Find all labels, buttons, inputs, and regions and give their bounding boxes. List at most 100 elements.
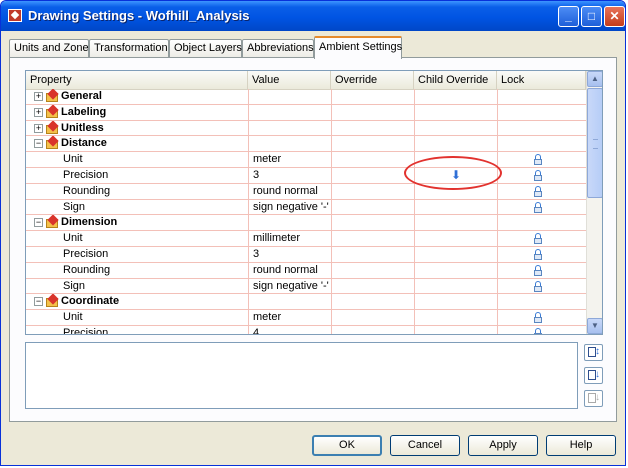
unlocked-icon[interactable] — [533, 280, 544, 292]
child-override-cell[interactable] — [414, 231, 497, 247]
expand-icon[interactable]: + — [34, 107, 43, 117]
cancel-button[interactable]: Cancel — [390, 435, 460, 456]
property-row[interactable]: Rounding round normal — [26, 262, 586, 279]
unlocked-icon[interactable] — [533, 312, 544, 324]
child-override-cell[interactable] — [414, 325, 497, 334]
lock-cell[interactable] — [497, 167, 586, 183]
ok-button[interactable]: OK — [312, 435, 382, 456]
override-cell[interactable] — [331, 199, 414, 215]
lock-cell[interactable] — [497, 231, 586, 247]
group-row[interactable]: − Distance — [26, 136, 586, 153]
override-cell[interactable] — [331, 278, 414, 294]
override-cell[interactable] — [331, 246, 414, 262]
lock-cell[interactable] — [497, 325, 586, 334]
header-property[interactable]: Property — [26, 71, 248, 89]
header-value[interactable]: Value — [248, 71, 331, 89]
help-button[interactable]: Help — [546, 435, 616, 456]
scroll-down-icon[interactable]: ▼ — [587, 318, 602, 334]
close-button[interactable]: ✕ — [604, 6, 625, 27]
group-label: General — [61, 90, 102, 102]
property-row[interactable]: Precision 4 — [26, 325, 586, 334]
value-cell[interactable]: sign negative '-' — [248, 199, 331, 215]
collapse-icon[interactable]: − — [34, 297, 43, 307]
child-override-cell[interactable] — [414, 278, 497, 294]
scroll-thumb[interactable] — [587, 88, 602, 198]
lock-cell[interactable] — [497, 183, 586, 199]
settings-grid[interactable]: Property Value Override Child Override L… — [25, 70, 603, 335]
value-cell[interactable]: meter — [248, 152, 331, 168]
expand-icon[interactable]: + — [34, 92, 43, 101]
tab-abbreviations[interactable]: Abbreviations — [242, 39, 314, 58]
apply-button[interactable]: Apply — [468, 435, 538, 456]
apply-child-override-button[interactable]: ↓ — [584, 390, 603, 407]
lock-cell[interactable] — [497, 246, 586, 262]
unlocked-icon[interactable] — [533, 154, 544, 166]
child-override-cell[interactable] — [414, 262, 497, 278]
unlocked-icon[interactable] — [533, 248, 544, 260]
child-override-arrow-icon[interactable]: ⬇ — [451, 168, 461, 182]
property-row[interactable]: Precision 3 — [26, 246, 586, 263]
override-cell[interactable] — [331, 310, 414, 326]
collapse-all-button[interactable]: ↓ — [584, 367, 603, 384]
collapse-icon[interactable]: − — [34, 139, 43, 149]
title-bar[interactable]: Drawing Settings - Wofhill_Analysis _ □ … — [1, 1, 625, 31]
property-row[interactable]: Rounding round normal — [26, 183, 586, 200]
unlocked-icon[interactable] — [533, 264, 544, 276]
property-row[interactable]: Unit millimeter — [26, 231, 586, 247]
override-cell[interactable] — [331, 231, 414, 247]
header-override[interactable]: Override — [331, 71, 414, 89]
child-override-cell[interactable] — [414, 310, 497, 326]
property-row[interactable]: Precision 3 ⬇ — [26, 167, 586, 184]
value-cell[interactable]: 3 — [248, 246, 331, 262]
override-cell[interactable] — [331, 325, 414, 334]
property-row[interactable]: Unit meter — [26, 152, 586, 168]
child-override-cell[interactable] — [414, 199, 497, 215]
tab-ambient-settings[interactable]: Ambient Settings — [314, 36, 402, 59]
unlocked-icon[interactable] — [533, 185, 544, 197]
value-cell[interactable]: 3 — [248, 167, 331, 183]
tab-units-and-zone[interactable]: Units and Zone — [9, 39, 89, 58]
value-cell[interactable]: 4 — [248, 325, 331, 334]
tab-transformation[interactable]: Transformation — [89, 39, 169, 58]
group-row[interactable]: − Dimension — [26, 215, 586, 232]
group-row[interactable]: + Labeling — [26, 104, 586, 121]
property-row[interactable]: Sign sign negative '-' — [26, 199, 586, 216]
expand-icon[interactable]: + — [34, 123, 43, 133]
minimize-button[interactable]: _ — [558, 6, 579, 27]
property-row[interactable]: Unit meter — [26, 310, 586, 326]
value-cell[interactable]: sign negative '-' — [248, 278, 331, 294]
child-override-cell[interactable] — [414, 246, 497, 262]
property-row[interactable]: Sign sign negative '-' — [26, 278, 586, 295]
value-cell[interactable]: round normal — [248, 262, 331, 278]
scroll-up-icon[interactable]: ▲ — [587, 71, 602, 87]
unlocked-icon[interactable] — [533, 233, 544, 245]
value-cell[interactable]: meter — [248, 310, 331, 326]
vertical-scrollbar[interactable]: ▲ ▼ — [586, 71, 602, 334]
header-child-override[interactable]: Child Override — [414, 71, 497, 89]
lock-cell[interactable] — [497, 152, 586, 168]
header-lock[interactable]: Lock — [497, 71, 586, 89]
tab-object-layers[interactable]: Object Layers — [169, 39, 242, 58]
lock-cell[interactable] — [497, 199, 586, 215]
lock-cell[interactable] — [497, 278, 586, 294]
child-override-cell[interactable] — [414, 152, 497, 168]
value-cell[interactable]: round normal — [248, 183, 331, 199]
unlocked-icon[interactable] — [533, 201, 544, 213]
lock-cell[interactable] — [497, 310, 586, 326]
child-override-cell[interactable]: ⬇ — [414, 167, 497, 183]
value-cell[interactable]: millimeter — [248, 231, 331, 247]
maximize-button[interactable]: □ — [581, 6, 602, 27]
override-cell[interactable] — [331, 183, 414, 199]
group-row[interactable]: + General — [26, 89, 586, 105]
collapse-icon[interactable]: − — [34, 218, 43, 228]
group-row[interactable]: − Coordinate — [26, 294, 586, 311]
group-row[interactable]: + Unitless — [26, 120, 586, 137]
child-override-cell[interactable] — [414, 183, 497, 199]
unlocked-icon[interactable] — [533, 327, 544, 334]
expand-all-button[interactable]: ↕ — [584, 344, 603, 361]
override-cell[interactable] — [331, 152, 414, 168]
override-cell[interactable] — [331, 262, 414, 278]
unlocked-icon[interactable] — [533, 169, 544, 181]
lock-cell[interactable] — [497, 262, 586, 278]
override-cell[interactable] — [331, 167, 414, 183]
